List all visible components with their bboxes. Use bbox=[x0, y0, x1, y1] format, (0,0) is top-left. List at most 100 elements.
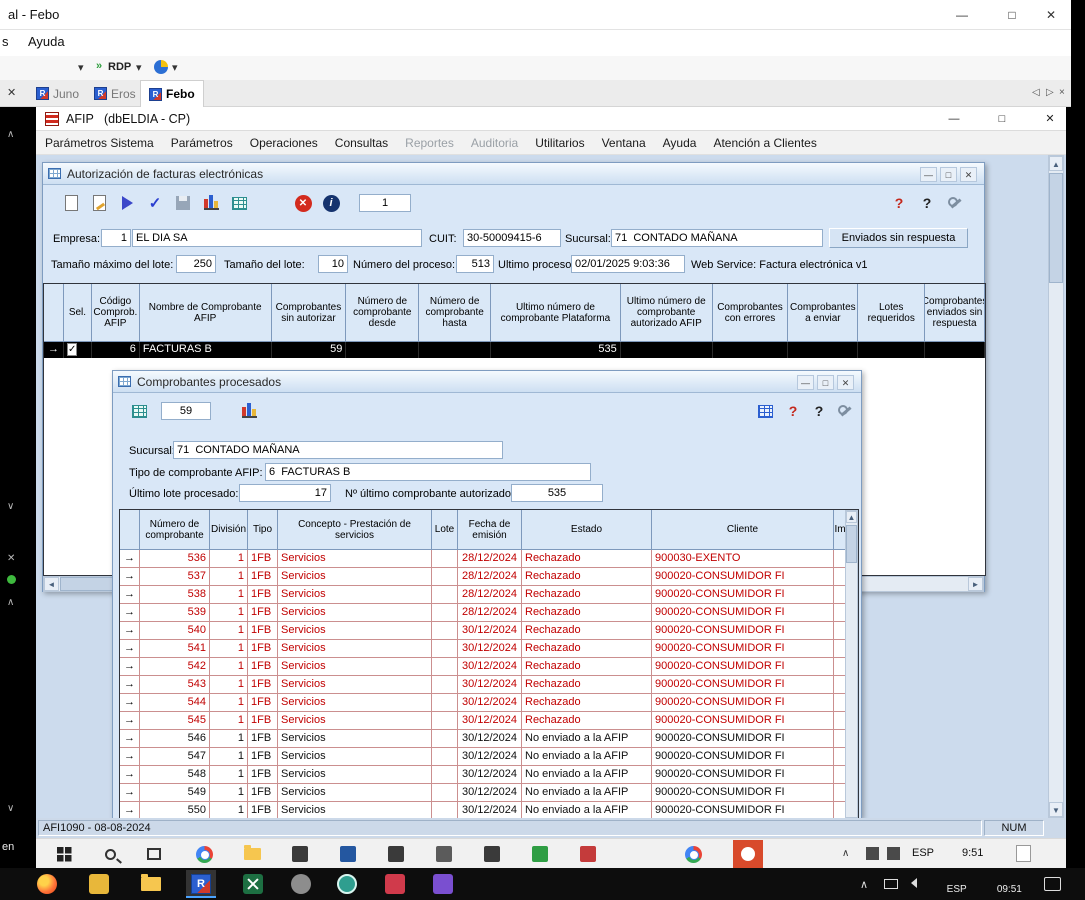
procesados-titlebar[interactable]: Comprobantes procesados — □ ✕ bbox=[113, 371, 861, 393]
col-errores[interactable]: Comprobantes con errores bbox=[713, 284, 789, 342]
col-numero[interactable]: Número de comprobante bbox=[140, 510, 210, 550]
col-lotes[interactable]: Lotes requeridos bbox=[858, 284, 925, 342]
task-view-button[interactable] bbox=[142, 843, 166, 865]
table-view-button[interactable] bbox=[753, 399, 777, 423]
col-division[interactable]: División bbox=[210, 510, 248, 550]
table-row[interactable]: 550 1 1FB Servicios 30/12/2024 No enviad… bbox=[120, 802, 858, 818]
sel-checkbox-cell[interactable]: ✓ bbox=[64, 342, 92, 358]
rdp-caret-icon[interactable]: ▾ bbox=[136, 61, 142, 74]
col-indicator[interactable] bbox=[44, 284, 64, 342]
checkbox-checked-icon[interactable]: ✓ bbox=[67, 343, 77, 356]
new-button[interactable] bbox=[59, 191, 83, 215]
tamano-maximo-field[interactable]: 250 bbox=[176, 255, 216, 273]
col-plataforma[interactable]: Ultimo número de comprobante Plataforma bbox=[491, 284, 621, 342]
tab-scroll-left-icon[interactable]: ◁ bbox=[1032, 87, 1040, 98]
scroll-down-icon[interactable]: ▼ bbox=[1049, 802, 1063, 817]
host-menu-ayuda[interactable]: Ayuda bbox=[28, 34, 65, 49]
edge-chevron-up-icon[interactable]: ∧ bbox=[7, 129, 14, 140]
kdenlive-button[interactable] bbox=[380, 870, 410, 898]
start-button[interactable] bbox=[52, 843, 76, 865]
active-app-button[interactable] bbox=[733, 840, 763, 868]
tabbar-close-icon[interactable]: ✕ bbox=[7, 86, 16, 99]
krita-button[interactable] bbox=[428, 870, 458, 898]
table-row[interactable]: 543 1 1FB Servicios 30/12/2024 Rechazado… bbox=[120, 676, 858, 694]
confirm-button[interactable]: ✓ bbox=[143, 191, 167, 215]
chrome-taskbar-button[interactable] bbox=[192, 843, 216, 865]
remote-app-button[interactable]: R bbox=[186, 870, 216, 898]
col-sin-autorizar[interactable]: Comprobantes sin autorizar bbox=[272, 284, 347, 342]
enviados-sin-respuesta-button[interactable]: Enviados sin respuesta bbox=[829, 228, 968, 248]
help-context-button[interactable]: ? bbox=[781, 399, 805, 423]
cancel-button[interactable]: ✕ bbox=[291, 191, 315, 215]
export-grid-button[interactable] bbox=[227, 191, 251, 215]
app-button-6[interactable] bbox=[528, 843, 552, 865]
table-row[interactable]: 539 1 1FB Servicios 28/12/2024 Rechazado… bbox=[120, 604, 858, 622]
edge-chevron-up-icon-2[interactable]: ∧ bbox=[7, 597, 14, 608]
host-menu-fragment[interactable]: s bbox=[2, 34, 9, 49]
table-row[interactable]: 541 1 1FB Servicios 30/12/2024 Rechazado… bbox=[120, 640, 858, 658]
table-row[interactable]: 542 1 1FB Servicios 30/12/2024 Rechazado… bbox=[120, 658, 858, 676]
obs-button[interactable] bbox=[332, 870, 362, 898]
report-button[interactable] bbox=[237, 399, 261, 423]
col-autorizado[interactable]: Ultimo número de comprobante autorizado … bbox=[621, 284, 713, 342]
table-row[interactable]: 544 1 1FB Servicios 30/12/2024 Rechazado… bbox=[120, 694, 858, 712]
network-tray-icon[interactable] bbox=[884, 879, 898, 889]
afip-minimize-button[interactable]: — bbox=[936, 107, 972, 131]
language-indicator[interactable]: ESP ES bbox=[930, 872, 967, 900]
help-button[interactable]: ? bbox=[807, 399, 831, 423]
col-desde[interactable]: Número de comprobante desde bbox=[346, 284, 419, 342]
excel-button[interactable] bbox=[238, 870, 268, 898]
table-row[interactable]: 548 1 1FB Servicios 30/12/2024 No enviad… bbox=[120, 766, 858, 784]
rdp-label[interactable]: RDP bbox=[108, 61, 131, 73]
help-button[interactable]: ? bbox=[915, 191, 939, 215]
col-cliente[interactable]: Cliente bbox=[652, 510, 834, 550]
globe-icon[interactable] bbox=[154, 60, 168, 74]
tray-chevron-up-icon[interactable]: ∧ bbox=[860, 878, 868, 891]
language-indicator[interactable]: ESP bbox=[912, 847, 934, 859]
tools-button[interactable] bbox=[833, 399, 857, 423]
col-fecha[interactable]: Fecha de emisión bbox=[458, 510, 522, 550]
host-minimize-button[interactable]: — bbox=[942, 0, 982, 30]
menu-operaciones[interactable]: Operaciones bbox=[250, 136, 318, 150]
col-concepto[interactable]: Concepto - Prestación de servicios bbox=[278, 510, 432, 550]
table-row[interactable]: 549 1 1FB Servicios 30/12/2024 No enviad… bbox=[120, 784, 858, 802]
table-row[interactable]: 547 1 1FB Servicios 30/12/2024 No enviad… bbox=[120, 748, 858, 766]
tamano-lote-field[interactable]: 10 bbox=[318, 255, 348, 273]
empresa-name-field[interactable]: EL DIA SA bbox=[132, 229, 422, 247]
menu-consultas[interactable]: Consultas bbox=[335, 136, 388, 150]
save-button[interactable] bbox=[171, 191, 195, 215]
firefox-button[interactable] bbox=[32, 870, 62, 898]
export-grid-button[interactable] bbox=[127, 399, 151, 423]
app-button-4[interactable] bbox=[432, 843, 456, 865]
file-explorer-button[interactable] bbox=[240, 843, 264, 865]
edge-chevron-down-icon[interactable]: ∨ bbox=[7, 501, 14, 512]
afip-titlebar[interactable]: AFIP (dbELDIA - CP) — □ ✕ bbox=[36, 107, 1066, 131]
table-row[interactable]: 546 1 1FB Servicios 30/12/2024 No enviad… bbox=[120, 730, 858, 748]
edge-close-icon[interactable]: ✕ bbox=[7, 553, 15, 564]
col-estado[interactable]: Estado bbox=[522, 510, 652, 550]
win1-minimize-button[interactable]: — bbox=[920, 167, 937, 182]
ultimo-proceso-field[interactable]: 02/01/2025 9:03:36 bbox=[571, 255, 685, 273]
grid2-vertical-scrollbar[interactable]: ▲ bbox=[845, 510, 858, 818]
app-button-1[interactable] bbox=[288, 843, 312, 865]
table-row[interactable]: 545 1 1FB Servicios 30/12/2024 Rechazado… bbox=[120, 712, 858, 730]
empresa-num-field[interactable]: 1 bbox=[101, 229, 131, 247]
search-button[interactable] bbox=[98, 843, 122, 865]
clock[interactable]: 9:51 bbox=[962, 847, 983, 859]
menu-ventana[interactable]: Ventana bbox=[602, 136, 646, 150]
sucursal-field[interactable]: 71 CONTADO MAÑANA bbox=[611, 229, 823, 247]
col-a-enviar[interactable]: Comprobantes a enviar bbox=[788, 284, 858, 342]
gimp-button[interactable] bbox=[286, 870, 316, 898]
host-close-button[interactable]: ✕ bbox=[1031, 0, 1071, 30]
dropdown-caret-icon[interactable]: ▾ bbox=[78, 61, 84, 74]
menu-reportes[interactable]: Reportes bbox=[405, 136, 454, 150]
col-hasta[interactable]: Número de comprobante hasta bbox=[419, 284, 491, 342]
tab-eros[interactable]: R Eros bbox=[86, 80, 144, 107]
tab-juno[interactable]: R Juno bbox=[28, 80, 87, 107]
file-explorer-button[interactable] bbox=[136, 870, 166, 898]
win2-minimize-button[interactable]: — bbox=[797, 375, 814, 390]
scroll-thumb[interactable] bbox=[1049, 173, 1063, 283]
win1-close-button[interactable]: ✕ bbox=[960, 167, 977, 182]
help-context-button[interactable]: ? bbox=[887, 191, 911, 215]
col-indicator[interactable] bbox=[120, 510, 140, 550]
